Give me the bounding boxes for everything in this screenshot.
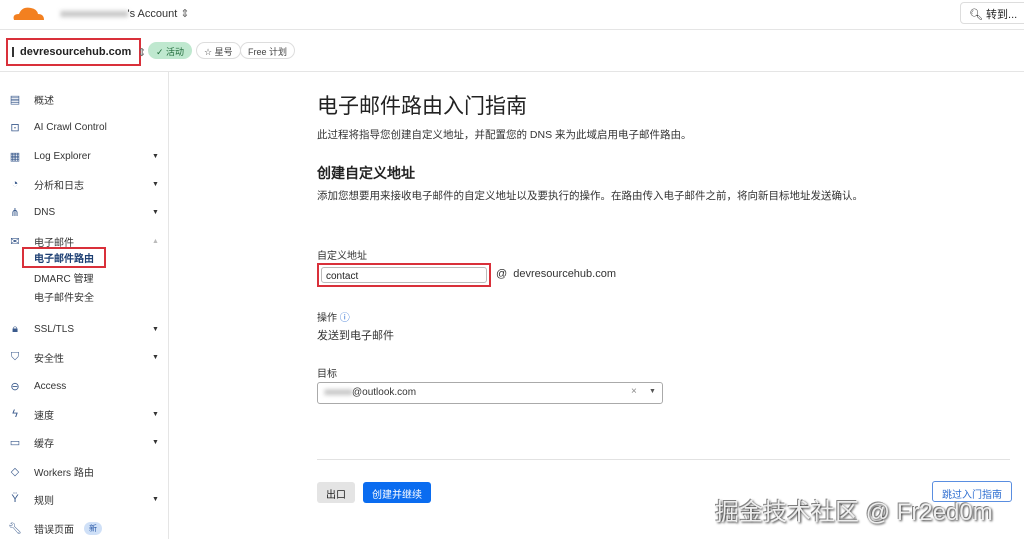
updown-icon: ⇕ xyxy=(180,8,190,20)
caret-down-icon: ▼ xyxy=(152,208,159,216)
wrench-icon: 🔧︎ xyxy=(8,522,22,535)
caret-down-icon: ▼ xyxy=(152,410,159,418)
sidebar-item-label: SSL/TLS xyxy=(34,323,75,335)
caret-down-icon: ▼ xyxy=(152,495,159,503)
plan-badge[interactable]: Free 计划 xyxy=(240,42,296,59)
sidebar-item[interactable]: ▭ 缓存 ▼ xyxy=(0,431,169,453)
custom-address-label: 自定义地址 xyxy=(317,251,367,262)
goto-search[interactable]: 🔍︎ 转到... xyxy=(960,2,1024,24)
chart-icon: ◔ xyxy=(11,178,19,190)
watermark: 掘金技术社区 @ Fr2ed0m xyxy=(715,499,993,526)
document-icon: ▤ xyxy=(9,93,21,106)
action-label: 操作 ⓘ xyxy=(317,313,350,324)
sidebar-item[interactable]: ϟ 速度 ▼ xyxy=(0,403,169,425)
sidebar-item-label: 缓存 xyxy=(34,438,54,450)
sidebar-item[interactable]: ◇ Workers 路由 xyxy=(0,460,169,482)
account-switcher[interactable]: xxxxxxxxxxxxxxx's Account ⇕ xyxy=(60,7,190,20)
sidebar-item-label: 错误页面 xyxy=(34,524,74,536)
custom-address-input[interactable]: contact xyxy=(321,267,487,283)
sidebar-item-label: 分析和日志 xyxy=(34,180,84,192)
sidebar-item-label: 安全性 xyxy=(34,353,64,365)
zone-name: devresourcehub.com xyxy=(20,46,132,58)
domain-suffix: @ devresourcehub.com xyxy=(496,268,617,280)
sidebar-subitem[interactable]: 电子邮件路由 xyxy=(22,247,106,268)
rules-icon: Ÿ xyxy=(11,493,19,505)
sidebar-item[interactable]: ◔ 分析和日志 ▼ xyxy=(0,173,169,195)
exit-button[interactable]: 出口 xyxy=(317,482,355,503)
sidebar-item[interactable]: Ÿ 规则 ▼ xyxy=(0,488,169,510)
workers-icon: ◇ xyxy=(10,465,20,478)
section-title: 创建自定义地址 xyxy=(317,165,415,181)
sidebar-item-label: DNS xyxy=(34,206,56,218)
sidebar-item[interactable]: ▤ 概述 xyxy=(0,88,169,110)
robot-icon: ⊡ xyxy=(10,121,20,134)
search-icon: 🔍︎ xyxy=(969,9,983,21)
target-select[interactable]: xxxxxxx@outlook.com × ▼ xyxy=(317,382,663,404)
section-desc: 添加您想要用来接收电子邮件的自定义地址以及要执行的操作。在路由传入电子邮件之前，… xyxy=(317,190,863,202)
sidebar-item[interactable]: ⋔ DNS ▼ xyxy=(0,201,169,223)
top-bar: xxxxxxxxxxxxxxx's Account ⇕ 🔍︎ 转到... xyxy=(0,0,1024,30)
caret-down-icon: ▼ xyxy=(152,325,159,333)
page-title: 电子邮件路由入门指南 xyxy=(317,95,527,118)
log-icon: ▦ xyxy=(9,150,21,163)
caret-down-icon: ▼ xyxy=(152,353,159,361)
sidebar-item-label: Log Explorer xyxy=(34,150,91,162)
status-badge: ✓ 活动 xyxy=(148,42,193,59)
sidebar: ▤ 概述 ⊡ AI Crawl Control ▦ Log Explorer ▼ ◔ 分析和日志… xyxy=(0,72,169,539)
sidebar-item-label: 速度 xyxy=(34,410,54,422)
sidebar-item-label: AI Crawl Control xyxy=(34,121,107,133)
zone-selector[interactable]: devresourcehub.com ⇕ xyxy=(6,38,146,66)
new-badge: 新 xyxy=(84,521,102,535)
caret-down-icon: ▼ xyxy=(152,180,159,188)
account-name: xxxxxxxxxxxxxxx xyxy=(60,8,128,20)
browser-window-icon xyxy=(12,47,14,57)
mail-icon: ✉ xyxy=(10,235,20,248)
sidebar-item-label: 概述 xyxy=(34,95,54,107)
zone-bar: devresourcehub.com ⇕ ✓ 活动 ☆ 星号 Free 计划 xyxy=(0,31,1024,72)
sidebar-item-label: Access xyxy=(34,380,67,392)
sidebar-item-label: Workers 路由 xyxy=(34,467,94,479)
account-suffix: 's Account xyxy=(127,8,178,20)
chevron-down-icon[interactable]: ▼ xyxy=(649,388,656,395)
sidebar-item[interactable]: 🔧︎ 错误页面新 xyxy=(0,517,169,539)
cache-icon: ▭ xyxy=(9,436,21,449)
shield-icon: ⛉ xyxy=(10,350,20,363)
target-label: 目标 xyxy=(317,369,337,380)
caret-down-icon: ▼ xyxy=(152,438,159,446)
lock-icon: 🔒︎ xyxy=(12,322,18,335)
search-label: 转到... xyxy=(986,9,1018,21)
cloudflare-logo[interactable] xyxy=(10,4,46,22)
custom-address-highlight: contact xyxy=(317,263,491,287)
caret-up-icon: ▲ xyxy=(152,237,159,245)
network-icon: ⋔ xyxy=(10,206,20,219)
sidebar-item-label: 规则 xyxy=(34,495,54,507)
sidebar-item[interactable]: ▦ Log Explorer ▼ xyxy=(0,145,169,167)
sidebar-item[interactable]: ⛉ 安全性 ▼ xyxy=(0,346,169,368)
access-icon: ⊖ xyxy=(10,380,20,393)
create-continue-button[interactable]: 创建并继续 xyxy=(363,482,431,503)
intro-text: 此过程将指导您创建自定义地址，并配置您的 DNS 来为此域启用电子邮件路由。 xyxy=(317,129,692,141)
clear-icon[interactable]: × xyxy=(631,386,637,397)
action-value: 发送到电子邮件 xyxy=(317,330,394,342)
sidebar-item[interactable]: ⊡ AI Crawl Control xyxy=(0,116,169,138)
sidebar-subitem[interactable]: DMARC 管理 xyxy=(34,270,93,285)
divider xyxy=(317,459,1010,460)
star-button[interactable]: ☆ 星号 xyxy=(196,42,241,59)
sidebar-item[interactable]: 🔒︎ SSL/TLS ▼ xyxy=(0,318,169,340)
caret-down-icon: ▼ xyxy=(152,152,159,160)
updown-icon: ⇕ xyxy=(137,46,147,59)
sidebar-subitem[interactable]: 电子邮件安全 xyxy=(34,289,94,304)
info-icon[interactable]: ⓘ xyxy=(340,313,350,324)
lightning-icon: ϟ xyxy=(12,408,18,420)
sidebar-item[interactable]: ⊖ Access xyxy=(0,375,169,397)
